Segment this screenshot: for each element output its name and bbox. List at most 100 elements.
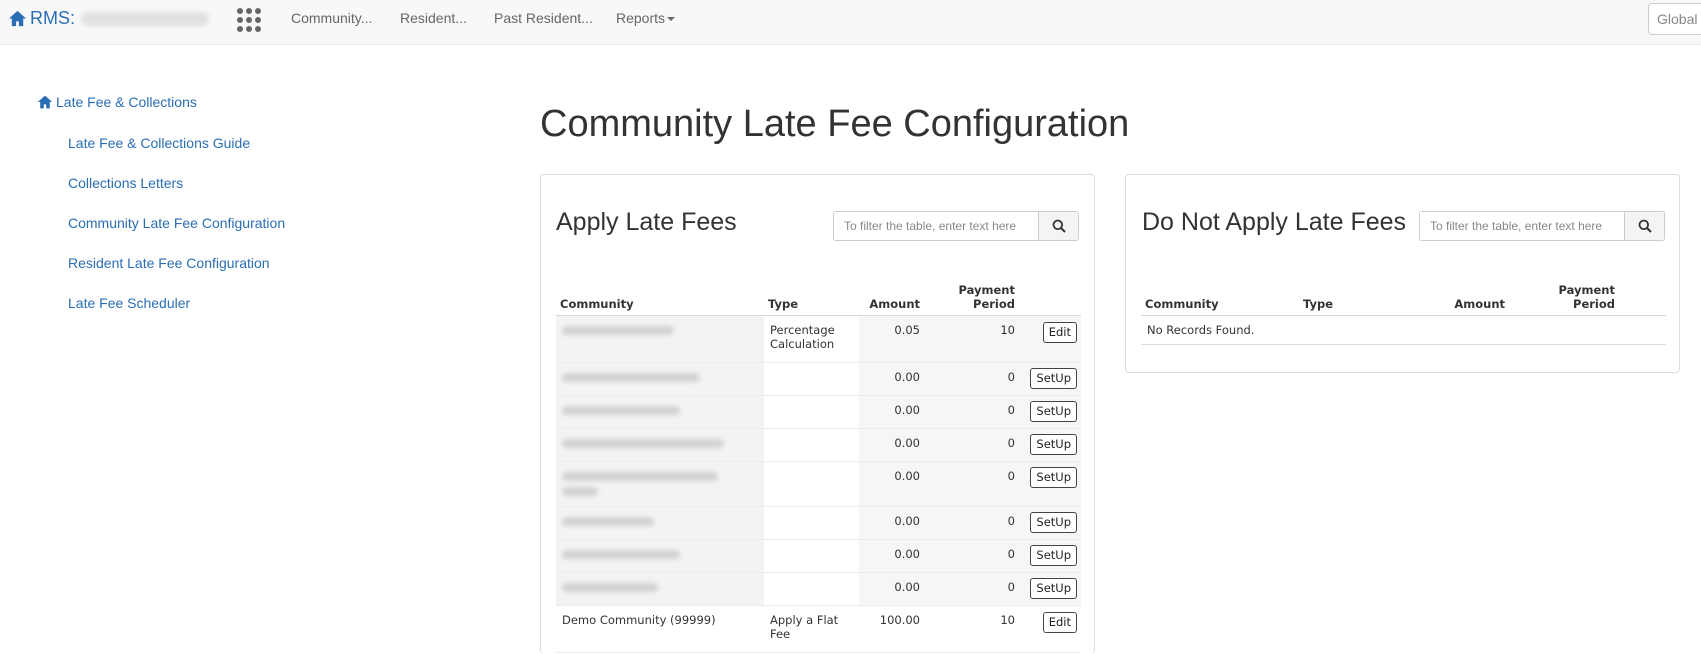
no-records-text: No Records Found.: [1141, 315, 1666, 345]
setup-button[interactable]: SetUp: [1030, 433, 1077, 455]
table-row: Percentage Calculation 0.05 10 Edit: [556, 315, 1081, 363]
top-navbar: RMS: Community... Resident... Past Resid…: [0, 0, 1701, 45]
type-cell: [764, 539, 859, 573]
period-cell: 0: [924, 395, 1019, 429]
col-header-type: Type: [1299, 271, 1419, 316]
setup-button[interactable]: SetUp: [1030, 367, 1077, 389]
redacted-community-name: [562, 405, 680, 415]
global-search-input[interactable]: Global: [1648, 3, 1701, 35]
page-title: Community Late Fee Configuration: [540, 103, 1130, 145]
nav-community[interactable]: Community...: [291, 0, 372, 37]
nav-past-resident[interactable]: Past Resident...: [494, 0, 593, 37]
table-row: No Records Found.: [1141, 315, 1666, 345]
setup-button[interactable]: SetUp: [1030, 466, 1077, 488]
type-cell: [764, 428, 859, 462]
period-cell: 0: [924, 506, 1019, 540]
redacted-community-name: [562, 486, 598, 496]
amount-cell: 0.00: [859, 539, 924, 573]
amount-cell: 0.00: [859, 362, 924, 396]
type-cell: [764, 395, 859, 429]
col-header-community: Community: [1141, 271, 1299, 316]
period-cell: 10: [924, 315, 1019, 363]
donot-filter-input[interactable]: [1420, 212, 1625, 240]
community-cell: [556, 572, 764, 606]
community-cell: [556, 506, 764, 540]
donot-filter-group: [1419, 211, 1665, 241]
panel-title: Do Not Apply Late Fees: [1142, 208, 1407, 236]
setup-button[interactable]: SetUp: [1030, 511, 1077, 533]
col-header-action: [1019, 271, 1081, 316]
apps-grid-icon[interactable]: [237, 8, 261, 32]
apply-filter-input[interactable]: [834, 212, 1039, 240]
sidebar-item-scheduler[interactable]: Late Fee Scheduler: [68, 295, 190, 311]
type-cell: [764, 362, 859, 396]
col-header-community: Community: [556, 271, 764, 316]
sidebar-item-guide[interactable]: Late Fee & Collections Guide: [68, 135, 250, 151]
type-cell: [764, 572, 859, 606]
community-cell: [556, 362, 764, 396]
table-row: 0.00 0 SetUp: [556, 461, 1081, 507]
setup-button[interactable]: SetUp: [1030, 400, 1077, 422]
col-header-amount: Amount: [1419, 271, 1509, 316]
col-header-payment-period: Payment Period: [1509, 271, 1619, 316]
redacted-community-name: [562, 438, 724, 448]
amount-cell: 0.05: [859, 315, 924, 363]
nav-reports-label: Reports: [616, 10, 666, 26]
table-row: 0.00 0 SetUp: [556, 428, 1081, 462]
panel-title: Apply Late Fees: [556, 208, 737, 236]
donot-search-button[interactable]: [1624, 212, 1664, 240]
community-cell: [556, 461, 764, 507]
amount-cell: 0.00: [859, 428, 924, 462]
nav-resident[interactable]: Resident...: [400, 0, 467, 37]
amount-cell: 0.00: [859, 395, 924, 429]
col-header-payment-period: Payment Period: [924, 271, 1019, 316]
apply-filter-group: [833, 211, 1079, 241]
edit-button[interactable]: Edit: [1042, 611, 1077, 633]
redacted-community-name: [562, 582, 658, 592]
sidebar-item-collections-letters[interactable]: Collections Letters: [68, 175, 183, 191]
home-icon: [37, 95, 53, 109]
apply-late-fees-table: Community Type Amount Payment Period Per…: [556, 271, 1081, 653]
brand-label: RMS:: [30, 8, 75, 28]
table-row: 0.00 0 SetUp: [556, 362, 1081, 396]
apply-late-fees-panel: Apply Late Fees Community Type Amount Pa…: [540, 174, 1095, 654]
amount-cell: 100.00: [859, 605, 924, 653]
sidebar-home-link[interactable]: Late Fee & Collections: [37, 94, 197, 110]
do-not-apply-late-fees-panel: Do Not Apply Late Fees Community Type Am…: [1125, 174, 1680, 373]
nav-reports[interactable]: Reports: [616, 0, 676, 37]
period-cell: 0: [924, 428, 1019, 462]
amount-cell: 0.00: [859, 506, 924, 540]
col-header-action: [1619, 271, 1666, 316]
redacted-community-name: [562, 325, 674, 335]
community-cell: [556, 428, 764, 462]
table-row: 0.00 0 SetUp: [556, 506, 1081, 540]
col-header-amount: Amount: [859, 271, 924, 316]
period-cell: 10: [924, 605, 1019, 653]
table-row: Demo Community (99999) Apply a Flat Fee …: [556, 605, 1081, 653]
type-cell: Apply a Flat Fee: [764, 605, 859, 653]
table-row: 0.00 0 SetUp: [556, 572, 1081, 606]
apply-search-button[interactable]: [1038, 212, 1078, 240]
redacted-community-name: [562, 549, 680, 559]
sidebar-item-resident-config[interactable]: Resident Late Fee Configuration: [68, 255, 270, 271]
brand-link[interactable]: RMS:: [8, 8, 209, 29]
caret-down-icon: [667, 17, 676, 22]
type-cell: Percentage Calculation: [764, 315, 859, 363]
redacted-community-name: [562, 372, 700, 382]
search-icon: [1052, 219, 1066, 233]
amount-cell: 0.00: [859, 572, 924, 606]
col-header-type: Type: [764, 271, 859, 316]
table-row: 0.00 0 SetUp: [556, 395, 1081, 429]
sidebar-item-community-config[interactable]: Community Late Fee Configuration: [68, 215, 285, 231]
home-icon: [8, 10, 27, 27]
sidebar-title: Late Fee & Collections: [56, 94, 197, 110]
redacted-community-name: [562, 516, 654, 526]
redacted-account-name: [81, 11, 209, 26]
redacted-community-name: [562, 471, 718, 481]
community-cell: Demo Community (99999): [556, 605, 764, 653]
type-cell: [764, 461, 859, 507]
community-cell: [556, 539, 764, 573]
edit-button[interactable]: Edit: [1042, 321, 1077, 343]
setup-button[interactable]: SetUp: [1030, 544, 1077, 566]
setup-button[interactable]: SetUp: [1030, 577, 1077, 599]
